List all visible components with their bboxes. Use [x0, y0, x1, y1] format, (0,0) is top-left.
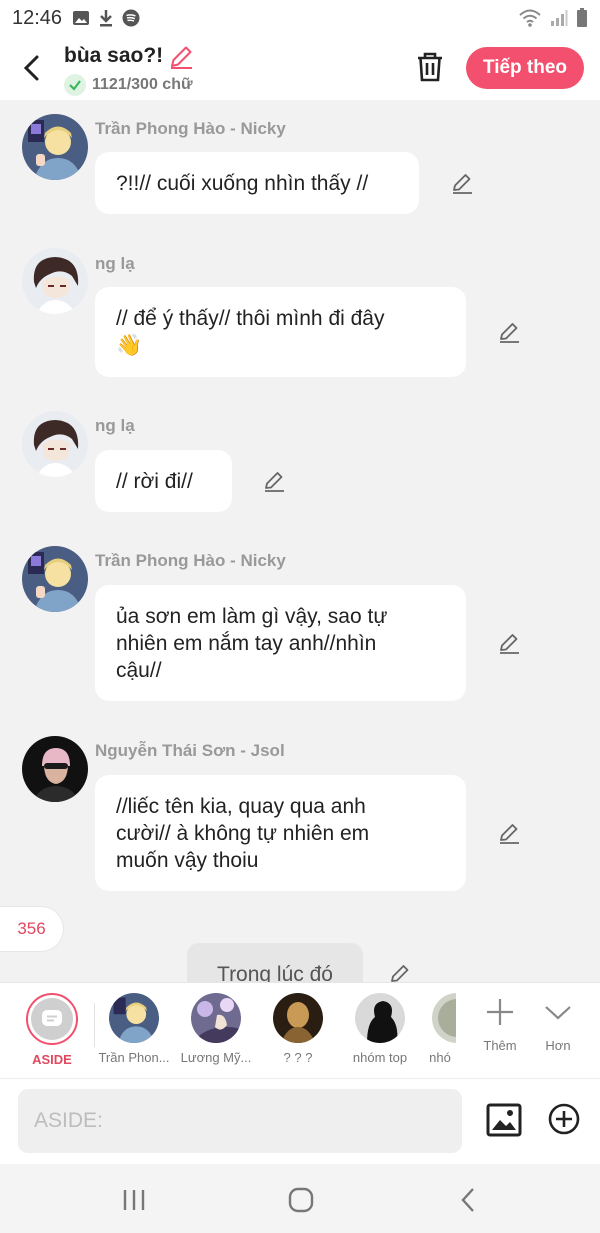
message-text: 👋 — [116, 334, 143, 357]
message-bubble[interactable]: //liếc tên kia, quay qua anh cười// à kh… — [95, 775, 466, 891]
character-name: Trần Phon... — [98, 1050, 170, 1065]
status-bar: 12:46 — [0, 0, 600, 36]
home-icon[interactable] — [287, 1186, 315, 1214]
character-aside[interactable]: ASIDE — [14, 993, 90, 1067]
message-text: cười// à không tự nhiên em — [116, 822, 370, 845]
check-circle-icon — [64, 74, 86, 96]
spotify-notification-icon — [122, 9, 140, 27]
character-name: ? ? ? — [283, 1050, 313, 1065]
character-name: nhó — [429, 1050, 451, 1065]
top-app-bar: bùa sao?! 1121/300 chữ Tiếp theo — [0, 36, 600, 100]
compose-bar — [0, 1078, 600, 1164]
character-item[interactable]: nhóm top — [342, 993, 418, 1065]
battery-icon — [577, 8, 587, 27]
message-text: // rời đi// — [116, 470, 193, 493]
avatar[interactable] — [22, 248, 88, 314]
message-bubble[interactable]: ủa sơn em làm gì vậy, sao tự nhiên em nắ… — [95, 585, 466, 701]
message-text: ?!!// cuối xuống nhìn thấy // — [116, 172, 369, 195]
edit-pencil-icon[interactable] — [388, 962, 412, 982]
divider — [94, 1003, 95, 1047]
message-text: // để ý thấy// thôi mình đi đây — [116, 307, 385, 330]
comment-count-badge[interactable]: 356 — [0, 906, 64, 952]
sender-name: Trần Phong Hào - Nicky — [95, 551, 286, 570]
character-avatar — [355, 993, 405, 1043]
expand-button[interactable]: Hơn — [528, 997, 588, 1053]
story-title[interactable]: bùa sao?! — [64, 44, 163, 68]
message-text: muốn vậy thoiu — [116, 849, 259, 872]
character-name: Lương Mỹ... — [180, 1050, 252, 1065]
character-name: nhóm top — [352, 1050, 408, 1065]
word-count: 1121/300 chữ — [64, 74, 193, 96]
more-label: Thêm — [483, 1038, 517, 1053]
character-avatar — [432, 993, 456, 1043]
character-avatar — [109, 993, 159, 1043]
character-name: ASIDE — [32, 1052, 72, 1067]
narration-bubble[interactable]: Trong lúc đó — [187, 943, 363, 982]
character-item[interactable]: ? ? ? — [260, 993, 336, 1065]
character-item[interactable]: nhó — [424, 993, 456, 1065]
signal-icon — [551, 10, 568, 26]
aside-chat-icon — [42, 1010, 62, 1026]
edit-pencil-icon[interactable] — [497, 320, 521, 344]
message-text: ủa sơn em làm gì vậy, sao tự — [116, 605, 388, 628]
back-arrow-icon[interactable] — [18, 52, 46, 84]
word-count-text: 1121/300 chữ — [92, 76, 193, 93]
sender-name: Nguyễn Thái Sơn - Jsol — [95, 741, 285, 760]
sender-name: ng lạ — [95, 254, 135, 273]
character-avatar — [191, 993, 241, 1043]
sender-name: Trần Phong Hào - Nicky — [95, 119, 286, 138]
character-avatar — [273, 993, 323, 1043]
gallery-notification-icon — [73, 11, 90, 25]
avatar[interactable] — [22, 411, 88, 477]
wifi-icon — [519, 9, 541, 27]
avatar[interactable] — [22, 546, 88, 612]
message-bubble[interactable]: // để ý thấy// thôi mình đi đây 👋 — [95, 287, 466, 377]
status-time: 12:46 — [12, 6, 63, 29]
add-circle-icon[interactable] — [548, 1103, 580, 1135]
sender-name: ng lạ — [95, 416, 135, 435]
avatar[interactable] — [22, 114, 88, 180]
recent-apps-icon[interactable] — [120, 1186, 148, 1214]
system-navigation-bar — [0, 1164, 600, 1233]
edit-pencil-icon[interactable] — [450, 171, 474, 195]
character-selector: ASIDE Trần Phon... Lương Mỹ... ? ? ? nhó… — [0, 982, 600, 1078]
edit-pencil-icon[interactable] — [262, 469, 286, 493]
next-button[interactable]: Tiếp theo — [466, 47, 584, 89]
expand-label: Hơn — [545, 1038, 571, 1053]
trash-icon[interactable] — [414, 50, 446, 84]
edit-title-icon[interactable] — [168, 44, 194, 70]
character-item[interactable]: Lương Mỹ... — [178, 993, 254, 1065]
back-icon[interactable] — [455, 1186, 483, 1214]
message-text: cậu// — [116, 659, 162, 682]
message-bubble[interactable]: // rời đi// — [95, 450, 232, 512]
plus-icon — [487, 999, 513, 1025]
message-text: nhiên em nắm tay anh//nhìn — [116, 632, 377, 655]
aside-avatar — [26, 993, 78, 1045]
edit-pencil-icon[interactable] — [497, 821, 521, 845]
download-notification-icon — [100, 10, 113, 27]
message-bubble[interactable]: ?!!// cuối xuống nhìn thấy // — [95, 152, 419, 214]
message-input[interactable] — [18, 1089, 462, 1153]
chevron-down-icon — [545, 1006, 571, 1020]
edit-pencil-icon[interactable] — [497, 631, 521, 655]
image-icon[interactable] — [486, 1103, 522, 1137]
more-characters-button[interactable]: Thêm — [470, 997, 530, 1053]
character-item[interactable]: Trần Phon... — [96, 993, 172, 1065]
chat-area[interactable]: Trần Phong Hào - Nicky ?!!// cuối xuống … — [0, 100, 600, 982]
avatar[interactable] — [22, 736, 88, 802]
message-text: //liếc tên kia, quay qua anh — [116, 795, 366, 818]
